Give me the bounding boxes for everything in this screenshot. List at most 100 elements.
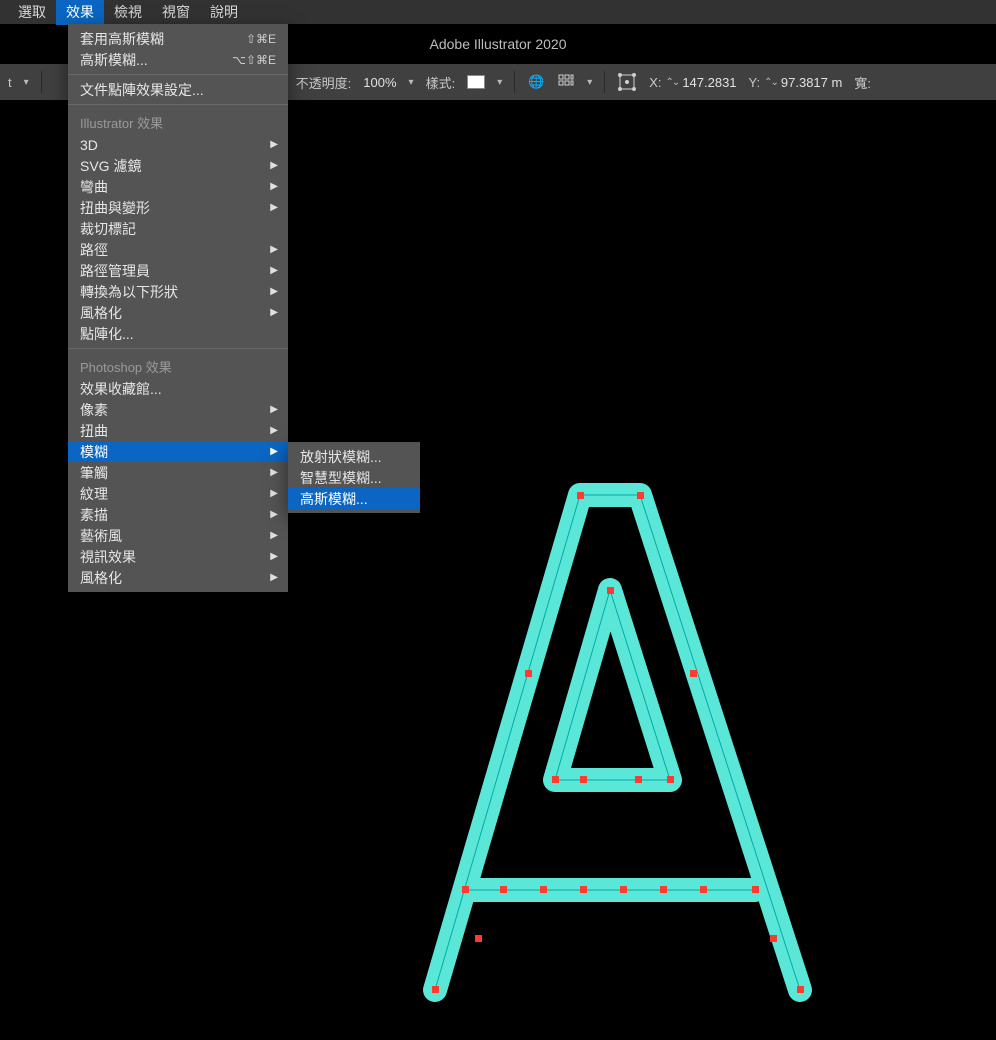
menu-item[interactable]: 素描 ▶ bbox=[68, 504, 288, 525]
submenu-arrow-icon: ▶ bbox=[270, 551, 278, 562]
menu-item-label: 筆觸 bbox=[80, 463, 108, 483]
submenu-item[interactable]: 高斯模糊... bbox=[288, 488, 420, 509]
menu-window[interactable]: 視窗 bbox=[152, 0, 200, 25]
menu-item[interactable]: 風格化 ▶ bbox=[68, 302, 288, 323]
menu-item-label: 高斯模糊... bbox=[80, 50, 148, 70]
y-coordinate: Y: ⌃⌄ 97.3817 m bbox=[749, 75, 843, 90]
submenu-arrow-icon: ▶ bbox=[270, 530, 278, 541]
menu-item[interactable]: 路徑 ▶ bbox=[68, 239, 288, 260]
char-label: t bbox=[8, 75, 12, 90]
x-value[interactable]: 147.2831 bbox=[682, 75, 736, 90]
menu-item[interactable]: 路徑管理員 ▶ bbox=[68, 260, 288, 281]
menu-item-label: 風格化 bbox=[80, 568, 122, 588]
menu-help[interactable]: 說明 bbox=[200, 0, 248, 25]
submenu-arrow-icon: ▶ bbox=[270, 467, 278, 478]
x-coordinate: X: ⌃⌄ 147.2831 bbox=[649, 75, 736, 90]
globe-icon[interactable]: 🌐 bbox=[527, 73, 545, 91]
submenu-arrow-icon: ▶ bbox=[270, 488, 278, 499]
menu-item-label: 放射狀模糊... bbox=[300, 447, 382, 467]
chevron-down-icon[interactable]: ▾ bbox=[409, 77, 414, 88]
menu-item[interactable]: 3D ▶ bbox=[68, 134, 288, 155]
menu-item-label: 模糊 bbox=[80, 442, 108, 462]
menu-apply-gaussian-blur[interactable]: 套用高斯模糊 ⇧⌘E bbox=[68, 28, 288, 49]
stepper-icon[interactable]: ⌃⌄ bbox=[764, 77, 777, 88]
effect-dropdown: 套用高斯模糊 ⇧⌘E 高斯模糊... ⌥⇧⌘E 文件點陣效果設定... Illu… bbox=[68, 24, 288, 592]
submenu-arrow-icon: ▶ bbox=[270, 202, 278, 213]
menu-header-photoshop: Photoshop 效果 bbox=[68, 353, 288, 378]
separator bbox=[604, 71, 605, 93]
menu-item[interactable]: 紋理 ▶ bbox=[68, 483, 288, 504]
submenu-arrow-icon: ▶ bbox=[270, 181, 278, 192]
menu-item[interactable]: 點陣化... bbox=[68, 323, 288, 344]
submenu-item[interactable]: 放射狀模糊... bbox=[288, 446, 420, 467]
menu-item[interactable]: 彎曲 ▶ bbox=[68, 176, 288, 197]
menu-item-label: 3D bbox=[80, 137, 98, 153]
submenu-arrow-icon: ▶ bbox=[270, 509, 278, 520]
x-label: X: bbox=[649, 75, 661, 90]
menu-item-label: SVG 濾鏡 bbox=[80, 156, 141, 176]
transform-origin-icon[interactable] bbox=[617, 72, 637, 92]
y-value[interactable]: 97.3817 m bbox=[781, 75, 842, 90]
menu-doc-raster-settings[interactable]: 文件點陣效果設定... bbox=[68, 79, 288, 100]
submenu-arrow-icon: ▶ bbox=[270, 265, 278, 276]
menu-item[interactable]: 扭曲 ▶ bbox=[68, 420, 288, 441]
menu-item-label: 路徑管理員 bbox=[80, 261, 150, 281]
style-swatch[interactable] bbox=[467, 75, 485, 89]
menu-bar: 選取 效果 檢視 視窗 說明 bbox=[0, 0, 996, 24]
menu-item-label: 紋理 bbox=[80, 484, 108, 504]
menu-item-label: 路徑 bbox=[80, 240, 108, 260]
menu-gaussian-blur[interactable]: 高斯模糊... ⌥⇧⌘E bbox=[68, 49, 288, 70]
menu-item-label: 套用高斯模糊 bbox=[80, 29, 164, 49]
menu-item-label: 裁切標記 bbox=[80, 219, 136, 239]
chevron-down-icon[interactable]: ▾ bbox=[587, 77, 592, 88]
menu-item[interactable]: 裁切標記 bbox=[68, 218, 288, 239]
menu-shortcut: ⌥⇧⌘E bbox=[232, 53, 276, 67]
menu-select[interactable]: 選取 bbox=[8, 0, 56, 25]
menu-item-label: 轉換為以下形狀 bbox=[80, 282, 178, 302]
menu-effect[interactable]: 效果 bbox=[56, 0, 104, 25]
w-label: 寬: bbox=[854, 73, 871, 92]
menu-item[interactable]: 轉換為以下形狀 ▶ bbox=[68, 281, 288, 302]
submenu-arrow-icon: ▶ bbox=[270, 446, 278, 457]
menu-item[interactable]: 模糊 ▶ bbox=[68, 441, 288, 462]
menu-item[interactable]: 藝術風 ▶ bbox=[68, 525, 288, 546]
menu-item-label: 彎曲 bbox=[80, 177, 108, 197]
menu-item-label: 風格化 bbox=[80, 303, 122, 323]
menu-separator bbox=[68, 104, 288, 105]
menu-item[interactable]: 扭曲與變形 ▶ bbox=[68, 197, 288, 218]
y-label: Y: bbox=[749, 75, 761, 90]
menu-separator bbox=[68, 348, 288, 349]
chevron-down-icon[interactable]: ▾ bbox=[497, 77, 502, 88]
menu-item-label: 素描 bbox=[80, 505, 108, 525]
submenu-item[interactable]: 智慧型模糊... bbox=[288, 467, 420, 488]
menu-item-label: 藝術風 bbox=[80, 526, 122, 546]
opacity-value[interactable]: 100% bbox=[363, 75, 396, 90]
submenu-arrow-icon: ▶ bbox=[270, 572, 278, 583]
submenu-arrow-icon: ▶ bbox=[270, 160, 278, 171]
menu-separator bbox=[68, 74, 288, 75]
submenu-arrow-icon: ▶ bbox=[270, 425, 278, 436]
menu-item[interactable]: 視訊效果▶ bbox=[68, 546, 288, 567]
submenu-arrow-icon: ▶ bbox=[270, 139, 278, 150]
submenu-arrow-icon: ▶ bbox=[270, 286, 278, 297]
menu-item[interactable]: 效果收藏館... bbox=[68, 378, 288, 399]
menu-item[interactable]: SVG 濾鏡 ▶ bbox=[68, 155, 288, 176]
opacity-label: 不透明度: bbox=[296, 73, 352, 92]
menu-item[interactable]: 風格化 ▶ bbox=[68, 567, 288, 588]
separator bbox=[514, 71, 515, 93]
blur-submenu: 放射狀模糊...智慧型模糊...高斯模糊... bbox=[288, 442, 420, 513]
align-grid-icon[interactable] bbox=[557, 73, 575, 91]
menu-item-label: 扭曲 bbox=[80, 421, 108, 441]
menu-item[interactable]: 像素▶ bbox=[68, 399, 288, 420]
submenu-arrow-icon: ▶ bbox=[270, 244, 278, 255]
menu-item-label: 高斯模糊... bbox=[300, 489, 368, 509]
chevron-down-icon[interactable]: ▾ bbox=[24, 77, 29, 88]
style-label: 樣式: bbox=[426, 73, 456, 92]
submenu-arrow-icon: ▶ bbox=[270, 307, 278, 318]
menu-view[interactable]: 檢視 bbox=[104, 0, 152, 25]
artwork-letter-a[interactable] bbox=[380, 480, 960, 1040]
stepper-icon[interactable]: ⌃⌄ bbox=[666, 77, 679, 88]
menu-item-label: 扭曲與變形 bbox=[80, 198, 150, 218]
submenu-arrow-icon: ▶ bbox=[270, 404, 278, 415]
menu-item[interactable]: 筆觸 ▶ bbox=[68, 462, 288, 483]
